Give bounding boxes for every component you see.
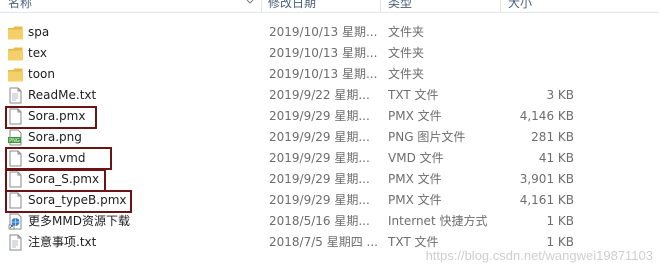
internet-shortcut-icon bbox=[7, 213, 24, 230]
file-row[interactable]: spa 2019/10/13 星期... 文件夹 bbox=[0, 22, 659, 43]
column-header-size[interactable]: 大小 bbox=[508, 0, 532, 12]
blank-file-icon bbox=[7, 192, 24, 209]
file-row[interactable]: ReadMe.txt 2019/9/22 星期... TXT 文件 3 KB bbox=[0, 85, 659, 106]
file-row[interactable]: Sora.vmd 2019/9/29 星期... VMD 文件 41 KB bbox=[0, 148, 659, 169]
file-date: 2019/9/29 星期... bbox=[269, 172, 370, 186]
file-type: VMD 文件 bbox=[388, 151, 444, 165]
file-size: 41 KB bbox=[538, 151, 574, 165]
file-type: TXT 文件 bbox=[388, 88, 439, 102]
column-header-date[interactable]: 修改日期 bbox=[268, 0, 316, 12]
file-size: 281 KB bbox=[531, 130, 574, 144]
file-date: 2019/9/22 星期... bbox=[269, 88, 370, 102]
column-header-type[interactable]: 类型 bbox=[388, 0, 412, 12]
png-image-icon: PNG bbox=[7, 129, 24, 146]
file-size bbox=[498, 64, 574, 85]
file-type: PMX 文件 bbox=[388, 193, 442, 207]
folder-icon bbox=[7, 45, 24, 62]
file-name[interactable]: Sora_typeB.pmx bbox=[28, 190, 253, 211]
file-name[interactable]: Sora.vmd bbox=[28, 148, 253, 169]
text-file-icon bbox=[7, 234, 24, 251]
file-name[interactable]: tex bbox=[28, 43, 253, 64]
column-header-name[interactable]: 名称 bbox=[8, 0, 32, 12]
file-size: 1 KB bbox=[546, 214, 574, 228]
file-date: 2019/10/13 星期... bbox=[269, 46, 377, 60]
file-name[interactable]: Sora.png bbox=[28, 127, 253, 148]
file-row[interactable]: 更多MMD资源下载 2018/5/16 星期... Internet 快捷方式 1 K… bbox=[0, 211, 659, 232]
watermark: https://blog.csdn.net/wangwei19871103 bbox=[425, 248, 653, 263]
column-divider[interactable] bbox=[380, 0, 381, 12]
file-type: PNG 图片文件 bbox=[388, 130, 466, 144]
blank-file-icon bbox=[7, 171, 24, 188]
blank-file-icon bbox=[7, 150, 24, 167]
file-name[interactable]: spa bbox=[28, 22, 253, 43]
file-type: 文件夹 bbox=[388, 67, 425, 81]
file-name[interactable]: 注意事项.txt bbox=[28, 232, 253, 253]
file-size bbox=[498, 22, 574, 43]
svg-text:PNG: PNG bbox=[9, 138, 20, 144]
file-date: 2018/7/5 星期四 ... bbox=[269, 235, 377, 249]
file-type: 文件夹 bbox=[388, 25, 425, 39]
file-size bbox=[498, 43, 574, 64]
sort-chevron-icon[interactable] bbox=[246, 0, 254, 6]
file-row[interactable]: PNG Sora.png 2019/9/29 星期... PNG 图片文件 281 KB bbox=[0, 127, 659, 148]
file-type: PMX 文件 bbox=[388, 109, 442, 123]
file-date: 2019/10/13 星期... bbox=[269, 25, 377, 39]
file-type: Internet 快捷方式 bbox=[388, 214, 488, 228]
file-name[interactable]: 更多MMD资源下载 bbox=[28, 211, 253, 232]
file-date: 2018/5/16 星期... bbox=[269, 214, 370, 228]
folder-icon bbox=[7, 24, 24, 41]
file-date: 2019/9/29 星期... bbox=[269, 151, 370, 165]
file-row[interactable]: Sora_S.pmx 2019/9/29 星期... PMX 文件 3,901 KB bbox=[0, 169, 659, 190]
file-size: 4,161 KB bbox=[519, 193, 574, 207]
file-row[interactable]: tex 2019/10/13 星期... 文件夹 bbox=[0, 43, 659, 64]
file-date: 2019/9/29 星期... bbox=[269, 193, 370, 207]
column-header-bar: 名称 修改日期 类型 大小 bbox=[0, 0, 659, 13]
file-name[interactable]: Sora.pmx bbox=[28, 106, 253, 127]
column-divider[interactable] bbox=[500, 0, 501, 12]
column-divider[interactable] bbox=[261, 0, 262, 12]
file-size: 3,901 KB bbox=[519, 172, 574, 186]
file-size: 3 KB bbox=[546, 88, 574, 102]
blank-file-icon bbox=[7, 108, 24, 125]
file-row[interactable]: Sora.pmx 2019/9/29 星期... PMX 文件 4,146 KB bbox=[0, 106, 659, 127]
file-date: 2019/9/29 星期... bbox=[269, 109, 370, 123]
file-date: 2019/9/29 星期... bbox=[269, 130, 370, 144]
file-type: 文件夹 bbox=[388, 46, 425, 60]
folder-icon bbox=[7, 66, 24, 83]
file-name[interactable]: ReadMe.txt bbox=[28, 85, 253, 106]
file-type: PMX 文件 bbox=[388, 172, 442, 186]
file-name[interactable]: Sora_S.pmx bbox=[28, 169, 253, 190]
file-size: 4,146 KB bbox=[519, 109, 574, 123]
file-row[interactable]: toon 2019/10/13 星期... 文件夹 bbox=[0, 64, 659, 85]
file-name[interactable]: toon bbox=[28, 64, 253, 85]
file-date: 2019/10/13 星期... bbox=[269, 67, 377, 81]
text-file-icon bbox=[7, 87, 24, 104]
file-row[interactable]: Sora_typeB.pmx 2019/9/29 星期... PMX 文件 4,161… bbox=[0, 190, 659, 211]
